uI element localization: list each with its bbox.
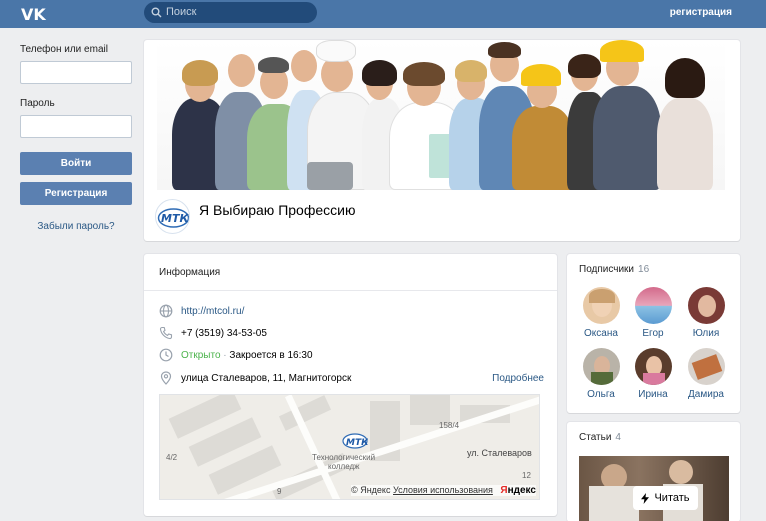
top-bar: VK Поиск регистрация (0, 0, 766, 28)
info-card: Информация http://mtcol.ru/ +7 (3519) 34… (144, 254, 557, 516)
subscriber-name[interactable]: Оксана (575, 328, 627, 339)
article-cover[interactable]: Читать (579, 456, 729, 521)
subscriber-item[interactable]: Егор (627, 287, 679, 339)
articles-header[interactable]: Статьи 4 (579, 432, 621, 443)
phone-icon (159, 326, 173, 340)
svg-text:VK: VK (21, 5, 46, 24)
subscriber-name[interactable]: Ирина (627, 389, 679, 400)
subscriber-item[interactable]: Дамира (680, 348, 732, 400)
subscriber-name[interactable]: Егор (627, 328, 679, 339)
avatar[interactable] (582, 348, 620, 385)
map-college-label-line1: Технологический (312, 453, 376, 462)
page-scrollbar[interactable] (758, 28, 766, 521)
phone-text: +7 (3519) 34-53-05 (181, 328, 267, 339)
group-cover-card: МТК Я Выбираю Профессию (144, 40, 740, 241)
map-footer: © Яндекс Условия использования Яндекс (351, 485, 536, 496)
info-website-row: http://mtcol.ru/ (159, 304, 544, 320)
svg-text:МТК: МТК (161, 212, 189, 225)
map-marker-logo-icon: МТК (342, 433, 368, 449)
map-house-158: 158/4 (439, 421, 460, 430)
subscriber-item[interactable]: Ольга (575, 348, 627, 400)
map-copyright: © Яндекс (351, 485, 391, 495)
search-icon (151, 7, 162, 18)
search-placeholder: Поиск (166, 6, 197, 18)
subscribers-card: Подписчики 16 Оксана Егор Юлия Ольга Ирин… (567, 254, 740, 413)
subscriber-name[interactable]: Ольга (575, 389, 627, 400)
info-address-row: улица Сталеваров, 11, Магнитогорск Подро… (159, 371, 544, 387)
yandex-logo[interactable]: Яндекс (500, 485, 536, 496)
lightning-icon (641, 492, 650, 504)
subscriber-item[interactable]: Юлия (680, 287, 732, 339)
location-pin-icon (160, 371, 172, 385)
read-button-label: Читать (654, 492, 690, 504)
svg-text:МТК: МТК (346, 438, 368, 448)
map-house-42: 4/2 (166, 453, 178, 462)
search-input[interactable]: Поиск (144, 2, 317, 23)
info-phone-row: +7 (3519) 34-53-05 (159, 326, 544, 342)
avatar[interactable] (687, 287, 725, 324)
phone-email-field[interactable] (20, 61, 132, 84)
forgot-password-link[interactable]: Забыли пароль? (20, 221, 132, 232)
avatar[interactable] (582, 287, 620, 324)
avatar[interactable] (687, 348, 725, 385)
info-divider (144, 290, 557, 291)
avatar[interactable] (634, 348, 672, 385)
website-link[interactable]: http://mtcol.ru/ (181, 306, 244, 317)
vk-logo-icon[interactable]: VK (20, 4, 52, 24)
subscribers-count: 16 (638, 264, 650, 275)
closing-time: Закроется в 16:30 (229, 350, 313, 361)
map-house-12: 12 (522, 471, 531, 480)
subscriber-name[interactable]: Дамира (680, 389, 732, 400)
map-street-label: ул. Сталеваров (467, 448, 532, 458)
articles-count: 4 (615, 432, 621, 443)
login-button[interactable]: Войти (20, 152, 132, 175)
open-status: Открыто (181, 350, 221, 361)
articles-card: Статьи 4 Читать (567, 422, 740, 521)
header-register-link[interactable]: регистрация (670, 7, 732, 18)
globe-icon (159, 304, 173, 318)
password-field[interactable] (20, 115, 132, 138)
info-hours-row: Открыто · Закроется в 16:30 (159, 348, 544, 364)
subscriber-item[interactable]: Оксана (575, 287, 627, 339)
cover-image (157, 40, 725, 190)
subscriber-name[interactable]: Юлия (680, 328, 732, 339)
avatar[interactable] (634, 287, 672, 324)
address-text: улица Сталеваров, 11, Магнитогорск (181, 373, 352, 384)
login-form: Телефон или email Пароль Войти Регистрац… (20, 44, 132, 232)
map-house-9: 9 (277, 487, 282, 496)
register-button[interactable]: Регистрация (20, 182, 132, 205)
read-article-button[interactable]: Читать (633, 486, 698, 510)
password-label: Пароль (20, 98, 55, 109)
group-name: Я Выбираю Профессию (199, 202, 356, 218)
subscribers-header[interactable]: Подписчики 16 (579, 264, 649, 275)
group-avatar[interactable]: МТК (155, 199, 190, 234)
hours-text: Открыто · Закроется в 16:30 (181, 350, 313, 361)
map-college-label-line2: колледж (328, 462, 360, 471)
subscriber-item[interactable]: Ирина (627, 348, 679, 400)
more-info-link[interactable]: Подробнее (492, 373, 544, 384)
clock-icon (159, 348, 173, 362)
info-title: Информация (159, 267, 221, 278)
map-terms-link[interactable]: Условия использования (393, 485, 493, 495)
phone-label: Телефон или email (20, 44, 108, 55)
location-map[interactable]: МТК Технологический колледж ул. Сталевар… (159, 394, 540, 500)
mtk-logo-icon: МТК (157, 208, 189, 228)
